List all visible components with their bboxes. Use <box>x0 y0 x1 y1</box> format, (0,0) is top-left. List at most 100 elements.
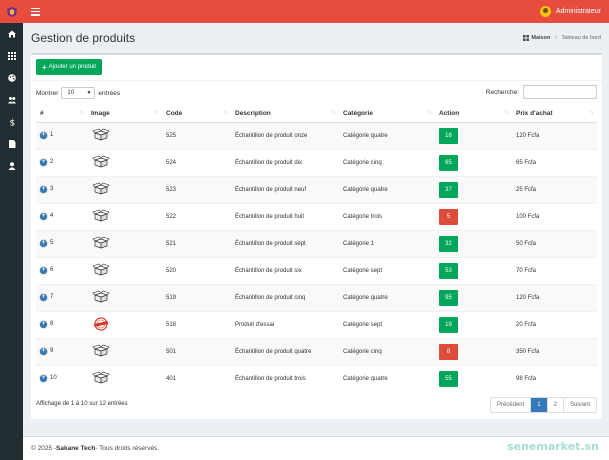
table-row[interactable]: +7 519 Échantillon de produit cinq Catégori… <box>36 283 597 311</box>
row-number-cell: +2 <box>36 148 87 176</box>
code-cell: 520 <box>162 256 231 284</box>
page-button[interactable]: 2 <box>546 398 563 412</box>
table-row[interactable]: +5 521 Échantillon de produit sept Catégori… <box>36 229 597 257</box>
code-cell: 401 <box>162 364 231 392</box>
stock-badge[interactable]: 55 <box>439 370 458 387</box>
column-header[interactable]: Action ↑↓ <box>435 106 512 123</box>
expand-row-icon[interactable]: + <box>40 375 47 383</box>
box-image-icon <box>92 236 110 250</box>
category-cell: Catégorie quatre <box>339 175 435 203</box>
description-cell: Échantillon de produit sept <box>231 229 339 257</box>
table-row[interactable]: +9 501 Échantillon de produit quatre Catégo… <box>36 337 597 365</box>
previous-page-button[interactable]: Précédent <box>491 398 530 412</box>
expand-row-icon[interactable]: + <box>40 186 47 193</box>
table-row[interactable]: +10 401 Échantillon de produit trois Catégo… <box>36 364 597 392</box>
action-cell: 53 <box>435 256 512 284</box>
column-header[interactable]: Code ↑↓ <box>162 106 231 123</box>
column-header[interactable]: Image ↑↓ <box>87 106 162 123</box>
sidebar-item-palette[interactable] <box>0 67 23 88</box>
expand-row-icon[interactable]: + <box>40 159 47 166</box>
expand-row-icon[interactable]: + <box>40 321 47 328</box>
price-cell: 350 Fcfa <box>512 337 597 365</box>
expand-row-icon[interactable]: + <box>40 348 47 355</box>
category-cell: Catégorie quatre <box>339 121 435 149</box>
hamburger-icon[interactable] <box>31 7 40 16</box>
expand-row-icon[interactable]: + <box>40 294 47 301</box>
logo[interactable] <box>0 0 23 23</box>
stock-badge[interactable]: 16 <box>439 127 458 144</box>
image-cell <box>87 310 162 338</box>
expand-row-icon[interactable]: + <box>40 267 47 274</box>
next-page-button[interactable]: Suivant <box>562 398 596 412</box>
box-image-icon <box>92 290 110 304</box>
category-cell: Catégorie quatre <box>339 283 435 311</box>
page-button[interactable]: 1 <box>530 398 547 412</box>
footer-rights: - Tous droits réservés. <box>95 445 160 452</box>
description-cell: Échantillon de produit six <box>231 256 339 284</box>
expand-row-icon[interactable]: + <box>40 132 47 139</box>
row-number-cell: +6 <box>36 256 87 284</box>
watermark: senemarket.sn <box>507 440 599 453</box>
sidebar-item-file[interactable] <box>0 133 23 154</box>
add-product-button[interactable]: + Ajouter un produit <box>36 59 103 75</box>
image-cell <box>87 121 162 149</box>
table-row[interactable]: +8 518 Produit d'essai Catégorie sept 19 20 F… <box>36 310 597 338</box>
stock-badge[interactable]: 53 <box>439 262 458 279</box>
expand-row-icon[interactable]: + <box>40 213 47 220</box>
breadcrumb-home[interactable]: Maison <box>523 35 550 41</box>
column-header-label: Code <box>166 110 183 118</box>
action-cell: 37 <box>435 175 512 203</box>
expand-row-icon[interactable]: + <box>40 240 47 247</box>
table-row[interactable]: +4 522 Échantillon de produit huit Catégori… <box>36 202 597 230</box>
footer-brand[interactable]: Sakane Tech <box>56 445 95 452</box>
column-header[interactable]: # ↑↓ <box>36 106 87 123</box>
stock-badge[interactable]: 19 <box>439 316 458 333</box>
column-header[interactable]: Prix d'achat ↑↓ <box>512 106 597 123</box>
table-row[interactable]: +2 524 Échantillon de produit dix Catégorie… <box>36 148 597 176</box>
page-length-value: 10 <box>67 90 75 96</box>
column-header[interactable]: Description ↑↓ <box>231 106 339 123</box>
sidebar-item-users[interactable] <box>0 89 23 110</box>
code-cell: 524 <box>162 148 231 176</box>
divider <box>31 80 602 81</box>
column-header-label: Description <box>235 110 271 118</box>
description-cell: Échantillon de produit neuf <box>231 175 339 203</box>
page-length-control: Montrer 10 ▼ entrées <box>36 87 120 99</box>
user-menu[interactable]: Administrateur <box>539 6 601 17</box>
table-row[interactable]: +6 520 Échantillon de produit six Catégorie… <box>36 256 597 284</box>
stock-badge[interactable]: 95 <box>439 289 458 306</box>
table-row[interactable]: +3 523 Échantillon de produit neuf Catégori… <box>36 175 597 203</box>
search-input[interactable] <box>523 85 597 99</box>
stock-badge[interactable]: 32 <box>439 235 458 252</box>
image-cell <box>87 283 162 311</box>
stock-badge[interactable]: 8 <box>439 343 458 360</box>
table-info: Affichage de 1 à 10 sur 12 entrées <box>36 401 128 407</box>
row-number-cell: +10 <box>36 364 87 392</box>
price-cell: 50 Fcfa <box>512 229 597 257</box>
sidebar-item-home[interactable] <box>0 23 23 44</box>
stock-badge[interactable]: 5 <box>439 208 458 225</box>
description-cell: Échantillon de produit dix <box>231 148 339 176</box>
products-table: # ↑↓ Image ↑↓ Code ↑↓ Description ↑↓ Catégorie ↑↓… <box>36 106 597 392</box>
sidebar-item-grid[interactable] <box>0 45 23 66</box>
stock-badge[interactable]: 65 <box>439 154 458 171</box>
column-header[interactable]: Catégorie ↑↓ <box>339 106 435 123</box>
table-row[interactable]: +1 525 Échantillon de produit onze Catégori… <box>36 121 597 149</box>
code-cell: 523 <box>162 175 231 203</box>
row-number: 2 <box>50 159 54 165</box>
sidebar-item-dollar[interactable]: $ <box>0 111 23 132</box>
page-length-select[interactable]: 10 ▼ <box>61 87 96 99</box>
row-number: 10 <box>50 375 57 382</box>
description-cell: Échantillon de produit onze <box>231 121 339 149</box>
description-cell: Échantillon de produit trois <box>231 364 339 392</box>
user-icon <box>8 161 15 170</box>
category-cell: Catégorie 1 <box>339 229 435 257</box>
sort-icon: ↑↓ <box>154 110 159 116</box>
code-cell: 501 <box>162 337 231 365</box>
products-box: + Ajouter un produit Montrer 10 ▼ entrée… <box>31 53 602 419</box>
sidebar-item-user[interactable] <box>0 155 23 176</box>
image-cell <box>87 229 162 257</box>
file-icon <box>8 139 15 148</box>
stock-badge[interactable]: 37 <box>439 181 458 198</box>
price-cell: 65 Fcfa <box>512 148 597 176</box>
